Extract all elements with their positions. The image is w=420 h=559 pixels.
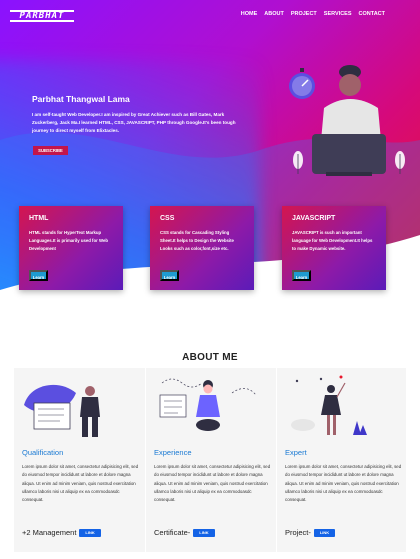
about-column-qualification: Qualification Lorem ipsum dolor sit amet… [14,368,142,552]
nav-project[interactable]: PROJECT [291,11,317,17]
about-column-expert: Expert Lorem ipsum dolor sit amet, conse… [276,368,404,552]
main-nav: HOME ABOUT PROJECT SERVICES CONTACT [241,11,385,17]
skill-card-title: JAVASCRIPT [292,215,336,222]
skill-card-text: CSS stands for Cascading Styling Sheet.I… [160,230,234,251]
about-heading: Experience [154,448,192,457]
about-footer: Certificate- LINK [154,528,215,537]
about-text: Lorem ipsum dolor sit amet, consectetur … [154,464,271,503]
nav-home[interactable]: HOME [241,11,258,17]
nav-about[interactable]: ABOUT [264,11,284,17]
about-footer-label: Certificate- [154,528,191,537]
skill-card-title: HTML [29,215,49,222]
link-button[interactable]: LINK [79,528,101,537]
link-button[interactable]: LINK [313,528,336,537]
laptop-developer-illustration [289,65,405,176]
plant-icon [395,151,405,174]
about-heading: Qualification [22,448,64,457]
stopwatch-icon [289,68,315,99]
site-logo[interactable]: PARBHAT [10,10,74,22]
about-footer: Project- LINK [285,528,336,537]
skill-card-css: CSS CSS stands for Cascading Styling She… [150,206,254,290]
learn-button[interactable]: Learn [292,270,311,281]
about-title: ABOUT ME [182,352,238,363]
about-text: Lorem ipsum dolor sit amet, consectetur … [285,464,402,503]
about-column-experience: Experience Lorem ipsum dolor sit amet, c… [145,368,273,552]
qualification-illustration [24,384,100,437]
about-heading: Expert [285,448,307,457]
about-text: Lorem ipsum dolor sit amet, consectetur … [22,464,139,503]
skill-card-html: HTML HTML stands for HyperText Markup La… [19,206,123,290]
nav-services[interactable]: SERVICES [324,11,352,17]
skill-card-javascript: JAVASCRIPT JAVASCRIPT is such an importa… [282,206,386,290]
expert-illustration [291,375,367,435]
about-footer-label: +2 Management [22,528,77,537]
learn-button[interactable]: Learn [29,270,48,281]
about-footer: +2 Management LINK [22,528,101,537]
hero-description: I am self-taught Web Developer.I am insp… [32,112,236,133]
nav-contact[interactable]: CONTACT [359,11,385,17]
skill-card-title: CSS [160,215,175,222]
skill-card-text: JAVASCRIPT is such an important language… [292,230,373,251]
subscribe-button[interactable]: SUBSCRIBE [33,146,68,155]
about-footer-label: Project- [285,528,311,537]
learn-button[interactable]: Learn [160,270,179,281]
link-button[interactable]: LINK [193,528,215,537]
plant-icon [293,151,303,174]
skill-card-text: HTML stands for HyperText Markup Languag… [29,230,108,251]
hero-name: Parbhat Thangwal Lama [32,94,130,104]
experience-illustration [159,378,257,431]
